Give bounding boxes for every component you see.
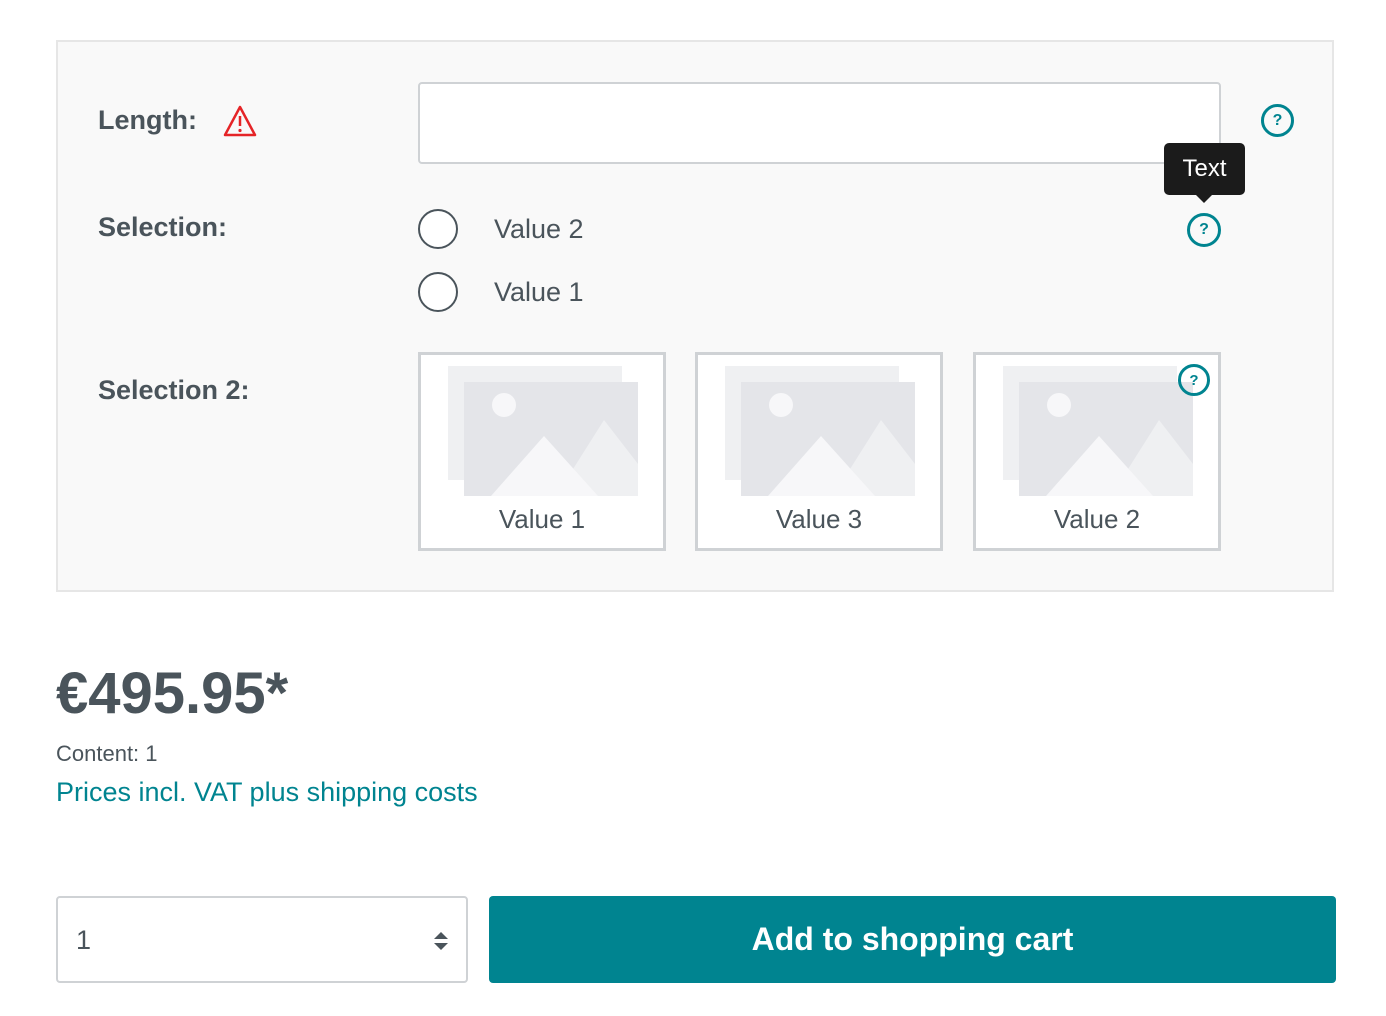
image-option-value-3[interactable]: Value 3	[695, 352, 943, 551]
image-option-label: Value 2	[1053, 504, 1141, 534]
add-to-cart-button[interactable]: Add to shopping cart	[489, 896, 1336, 983]
image-option-label: Value 1	[498, 504, 586, 534]
quantity-value: 1	[76, 925, 92, 955]
radio-label: Value 2	[494, 213, 584, 244]
selection-help-icon[interactable]: ?	[1187, 213, 1221, 247]
image-placeholder-icon	[725, 366, 915, 496]
length-input[interactable]	[418, 82, 1221, 164]
selection-2-label: Selection 2:	[98, 375, 250, 405]
radio-label: Value 1	[494, 276, 584, 307]
tooltip: Text	[1164, 143, 1245, 203]
image-placeholder-icon	[448, 366, 638, 496]
radio-button[interactable]	[418, 209, 458, 249]
length-help-icon[interactable]: ?	[1261, 104, 1294, 137]
quantity-select[interactable]: 1	[56, 896, 468, 983]
selection-option-value-1[interactable]: Value 1	[418, 272, 584, 312]
content-info: Content: 1	[56, 741, 158, 766]
image-placeholder-icon	[1003, 366, 1193, 496]
vat-shipping-link[interactable]: Prices incl. VAT plus shipping costs	[56, 777, 478, 808]
image-option-value-1[interactable]: Value 1	[418, 352, 666, 551]
sort-arrows-icon	[434, 932, 448, 950]
selection-label: Selection:	[98, 212, 228, 242]
warning-icon	[223, 105, 257, 137]
radio-button[interactable]	[418, 272, 458, 312]
image-option-label: Value 3	[775, 504, 863, 534]
image-option-help-icon[interactable]: ?	[1178, 364, 1210, 396]
product-price: €495.95*	[56, 661, 289, 726]
selection-option-value-2[interactable]: Value 2	[418, 209, 584, 249]
length-label: Length:	[98, 105, 197, 135]
